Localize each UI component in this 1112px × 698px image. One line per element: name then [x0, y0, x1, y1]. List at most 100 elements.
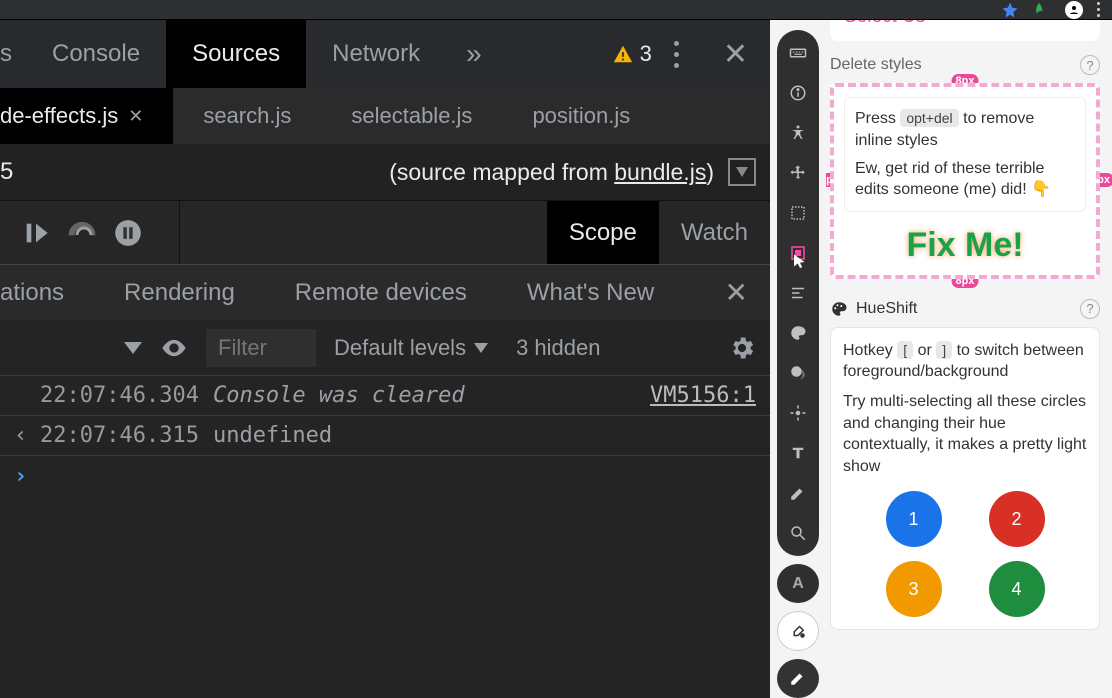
kbd-opt-del: opt+del [900, 109, 958, 127]
drawer-close-button[interactable]: ✕ [703, 276, 770, 309]
warnings-indicator[interactable]: 3 [612, 41, 652, 67]
info-icon[interactable] [787, 82, 809, 104]
devtools-menu-icon[interactable] [674, 41, 679, 68]
drawer-tab-rendering[interactable]: Rendering [94, 265, 265, 321]
text: Press [855, 110, 900, 127]
extension-icon[interactable] [1033, 1, 1051, 19]
section-title: HueShift [856, 300, 917, 318]
console-toolbar: Default levels 3 hidden [0, 320, 770, 376]
hue-circles-grid: 1 2 3 4 [843, 485, 1087, 617]
source-mapped-bar: 5 (source mapped from bundle.js) [0, 144, 770, 200]
file-tab-position[interactable]: position.js [502, 88, 660, 144]
message-source-link[interactable]: VM5156:1 [650, 383, 756, 408]
message-text: undefined [213, 423, 332, 448]
visbug-panel: A Search ".search-link" To Select Us Del… [770, 20, 1112, 698]
file-tab-selectable[interactable]: selectable.js [321, 88, 502, 144]
palette-icon [830, 300, 848, 318]
message-text: Console was cleared [213, 383, 465, 408]
warning-icon [612, 43, 634, 65]
console-dropdown-icon[interactable] [124, 342, 142, 354]
hue-circle-1[interactable]: 1 [886, 491, 942, 547]
log-levels-dropdown[interactable]: Default levels [334, 335, 488, 361]
fix-me-heading: Fix Me! [844, 226, 1086, 265]
browser-menu-icon[interactable] [1097, 2, 1100, 17]
text: Ew, get rid of these terrible edits some… [855, 158, 1075, 201]
live-expression-icon[interactable] [160, 334, 188, 362]
dropdown-icon[interactable] [728, 158, 756, 186]
palette-icon[interactable] [787, 322, 809, 344]
file-tab-de-effects[interactable]: de-effects.js ✕ [0, 88, 173, 144]
help-icon[interactable]: ? [1080, 299, 1100, 319]
mapped-suffix: ) [706, 159, 714, 185]
shadow-icon[interactable] [787, 362, 809, 384]
pause-icon[interactable] [114, 219, 142, 247]
tabs-overflow-icon[interactable]: » [446, 38, 502, 70]
padding-icon[interactable] [787, 242, 809, 264]
tab-sources[interactable]: Sources [166, 20, 306, 88]
search-link[interactable]: Search ".search-link" To Select Us [844, 20, 1045, 27]
console-message-row: 22:07:46.304 Console was cleared VM5156:… [0, 376, 770, 415]
fab-a-label: A [792, 575, 804, 593]
file-tab-search[interactable]: search.js [173, 88, 321, 144]
edit-icon[interactable] [787, 482, 809, 504]
bookmark-star-icon[interactable] [1001, 1, 1019, 19]
console-prompt[interactable]: › [0, 456, 770, 497]
gear-icon[interactable] [728, 334, 756, 362]
margin-icon[interactable] [787, 202, 809, 224]
user-avatar-icon[interactable] [1065, 1, 1083, 19]
text-icon[interactable] [787, 442, 809, 464]
debugger-controls-row: Scope Watch [0, 200, 770, 264]
resume-icon[interactable] [22, 219, 50, 247]
accessibility-icon[interactable] [787, 122, 809, 144]
fab-pencil-button[interactable] [777, 659, 819, 698]
mapped-prefix: (source mapped from [389, 159, 614, 185]
search-link-card: Search ".search-link" To Select Us [830, 20, 1100, 41]
tab-console[interactable]: Console [26, 20, 166, 88]
devtools-main-tabs: s Console Sources Network » 3 ✕ [0, 20, 770, 88]
return-arrow-icon: ‹ [14, 423, 27, 448]
tab-scope[interactable]: Scope [547, 201, 659, 265]
fab-fill-button[interactable] [777, 611, 819, 650]
section-delete-styles: Delete styles ? [830, 55, 1100, 75]
move-icon[interactable] [787, 162, 809, 184]
delete-styles-instructions: Press opt+del to remove inline styles Ew… [844, 97, 1086, 211]
tool-pill [777, 30, 819, 556]
drawer-tab-animations-partial[interactable]: ations [0, 265, 94, 321]
console-filter-input[interactable] [206, 329, 316, 367]
close-icon[interactable]: ✕ [128, 106, 143, 127]
hueshift-card: Hotkey [ or ] to switch between foregrou… [830, 327, 1100, 631]
step-over-icon[interactable] [68, 219, 96, 247]
text: or [913, 342, 936, 359]
mapped-left-text: 5 [0, 158, 13, 186]
source-file-tabs: de-effects.js ✕ search.js selectable.js … [0, 88, 770, 144]
mapped-bundle-link[interactable]: bundle.js [614, 159, 706, 185]
hue-circle-3[interactable]: 3 [886, 561, 942, 617]
search-icon[interactable] [787, 522, 809, 544]
prompt-caret-icon: › [14, 464, 27, 489]
kbd-bracket-open: [ [897, 341, 913, 359]
drawer-tab-whats-new[interactable]: What's New [497, 265, 684, 321]
message-timestamp: 22:07:46.304 [40, 383, 199, 408]
warning-count: 3 [640, 41, 652, 67]
keyboard-icon[interactable] [787, 42, 809, 64]
tab-network[interactable]: Network [306, 20, 446, 88]
position-icon[interactable] [787, 402, 809, 424]
hue-circle-2[interactable]: 2 [989, 491, 1045, 547]
align-icon[interactable] [787, 282, 809, 304]
tab-elements-partial[interactable]: s [0, 20, 26, 88]
fab-a-button[interactable]: A [777, 564, 819, 603]
console-message-row: ‹ 22:07:46.315 undefined [0, 415, 770, 456]
drawer-tab-remote-devices[interactable]: Remote devices [265, 265, 497, 321]
devtools-close-button[interactable]: ✕ [701, 37, 770, 72]
levels-label: Default levels [334, 335, 466, 361]
tab-watch[interactable]: Watch [659, 201, 770, 265]
hidden-messages-count[interactable]: 3 hidden [516, 335, 600, 361]
help-icon[interactable]: ? [1080, 55, 1100, 75]
hue-description: Try multi-selecting all these circles an… [843, 391, 1087, 477]
hue-circle-4[interactable]: 4 [989, 561, 1045, 617]
chevron-down-icon [474, 343, 488, 353]
delete-styles-card[interactable]: Press opt+del to remove inline styles Ew… [830, 83, 1100, 278]
text: Hotkey [843, 342, 897, 359]
browser-top-bar [0, 0, 1112, 20]
kbd-bracket-close: ] [936, 341, 952, 359]
